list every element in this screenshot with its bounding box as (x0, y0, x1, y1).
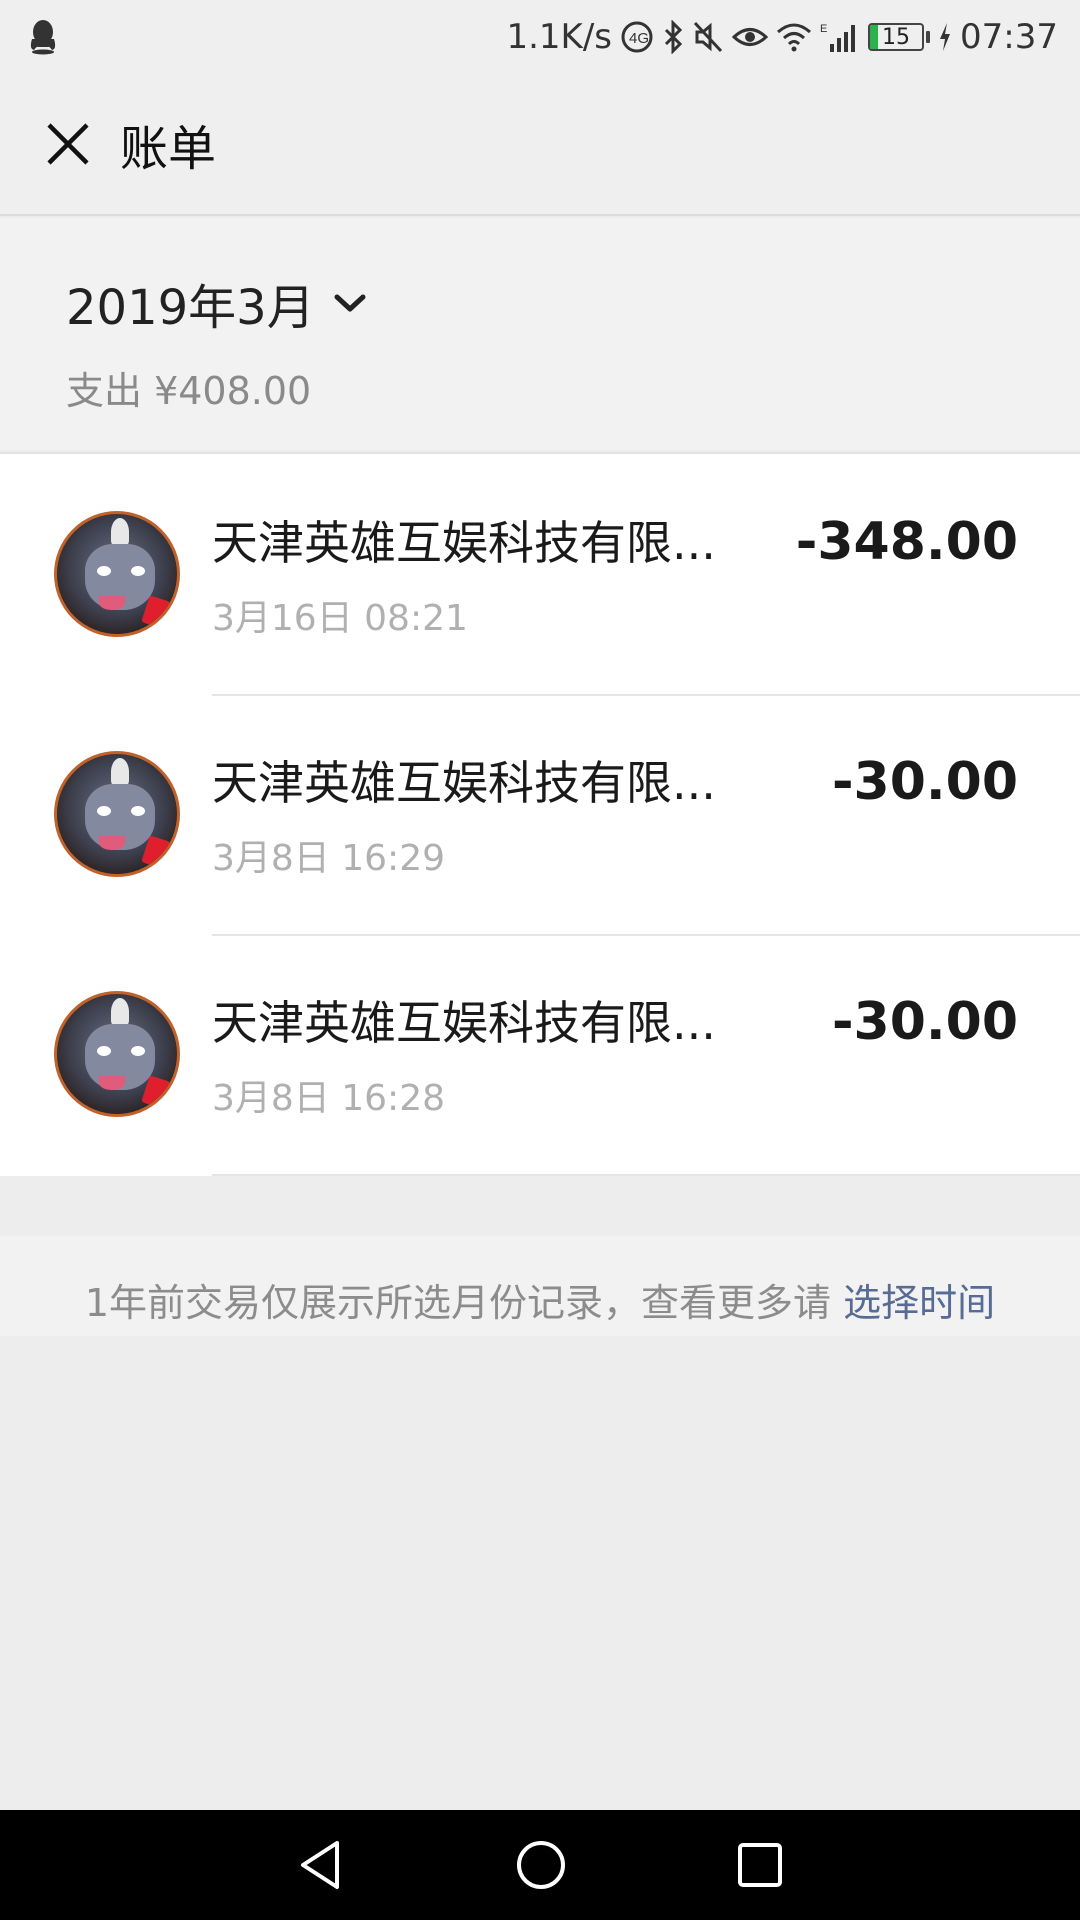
transaction-row[interactable]: 天津英雄互娱科技有限... 3月16日 08:21 -348.00 (0, 454, 1080, 694)
transaction-amount: -348.00 (795, 512, 1018, 572)
transaction-row[interactable]: 天津英雄互娱科技有限... 3月8日 16:29 -30.00 (0, 694, 1080, 934)
hd-call-icon: 4G (620, 20, 654, 54)
merchant-name: 天津英雄互娱科技有限... (212, 996, 716, 1050)
charging-icon (938, 22, 952, 52)
transaction-time: 3月8日 16:29 (212, 838, 445, 879)
svg-text:4G: 4G (629, 30, 649, 47)
wifi-icon (776, 22, 812, 52)
status-bar: 1.1K/s 4G E 15 07:37 (0, 0, 1080, 74)
battery-icon: 15 (868, 23, 931, 51)
home-icon[interactable] (515, 1839, 567, 1891)
transaction-amount: -30.00 (831, 752, 1018, 812)
month-label: 2019年3月 (66, 280, 315, 336)
select-time-link[interactable]: 选择时间 (843, 1281, 995, 1325)
signal-icon: E (820, 20, 860, 54)
merchant-name: 天津英雄互娱科技有限... (212, 516, 716, 570)
bluetooth-icon (662, 20, 684, 54)
expense-total: 支出 ¥408.00 (66, 369, 312, 413)
history-note-text: 1年前交易仅展示所选月份记录，查看更多请 (84, 1281, 832, 1325)
history-note: 1年前交易仅展示所选月份记录，查看更多请 选择时间 (0, 1236, 1080, 1336)
navigation-bar (0, 1810, 1080, 1920)
close-icon (47, 123, 89, 165)
chevron-down-icon (334, 294, 366, 312)
eye-comfort-icon (732, 22, 769, 52)
merchant-avatar (54, 751, 180, 877)
qq-icon (28, 19, 58, 55)
mute-icon (692, 20, 724, 54)
transaction-time: 3月8日 16:28 (212, 1078, 445, 1119)
merchant-avatar (54, 511, 180, 637)
battery-level: 15 (882, 24, 911, 50)
network-speed: 1.1K/s (506, 17, 613, 57)
transaction-time: 3月16日 08:21 (212, 598, 468, 639)
merchant-name: 天津英雄互娱科技有限... (212, 756, 716, 810)
transaction-amount: -30.00 (831, 992, 1018, 1052)
transaction-list: 天津英雄互娱科技有限... 3月16日 08:21 -348.00 天津英雄互娱… (0, 452, 1080, 1176)
close-button[interactable] (28, 104, 108, 184)
recents-icon[interactable] (737, 1842, 783, 1888)
header: 账单 (0, 74, 1080, 216)
month-selector[interactable]: 2019年3月 (66, 268, 367, 338)
transaction-row[interactable]: 天津英雄互娱科技有限... 3月8日 16:28 -30.00 (0, 934, 1080, 1174)
month-summary: 2019年3月 支出 ¥408.00 (0, 218, 1080, 450)
svg-text:E: E (820, 23, 827, 35)
page-title: 账单 (120, 121, 217, 177)
status-time: 07:37 (960, 17, 1058, 57)
back-icon[interactable] (297, 1839, 345, 1891)
merchant-avatar (54, 991, 180, 1117)
